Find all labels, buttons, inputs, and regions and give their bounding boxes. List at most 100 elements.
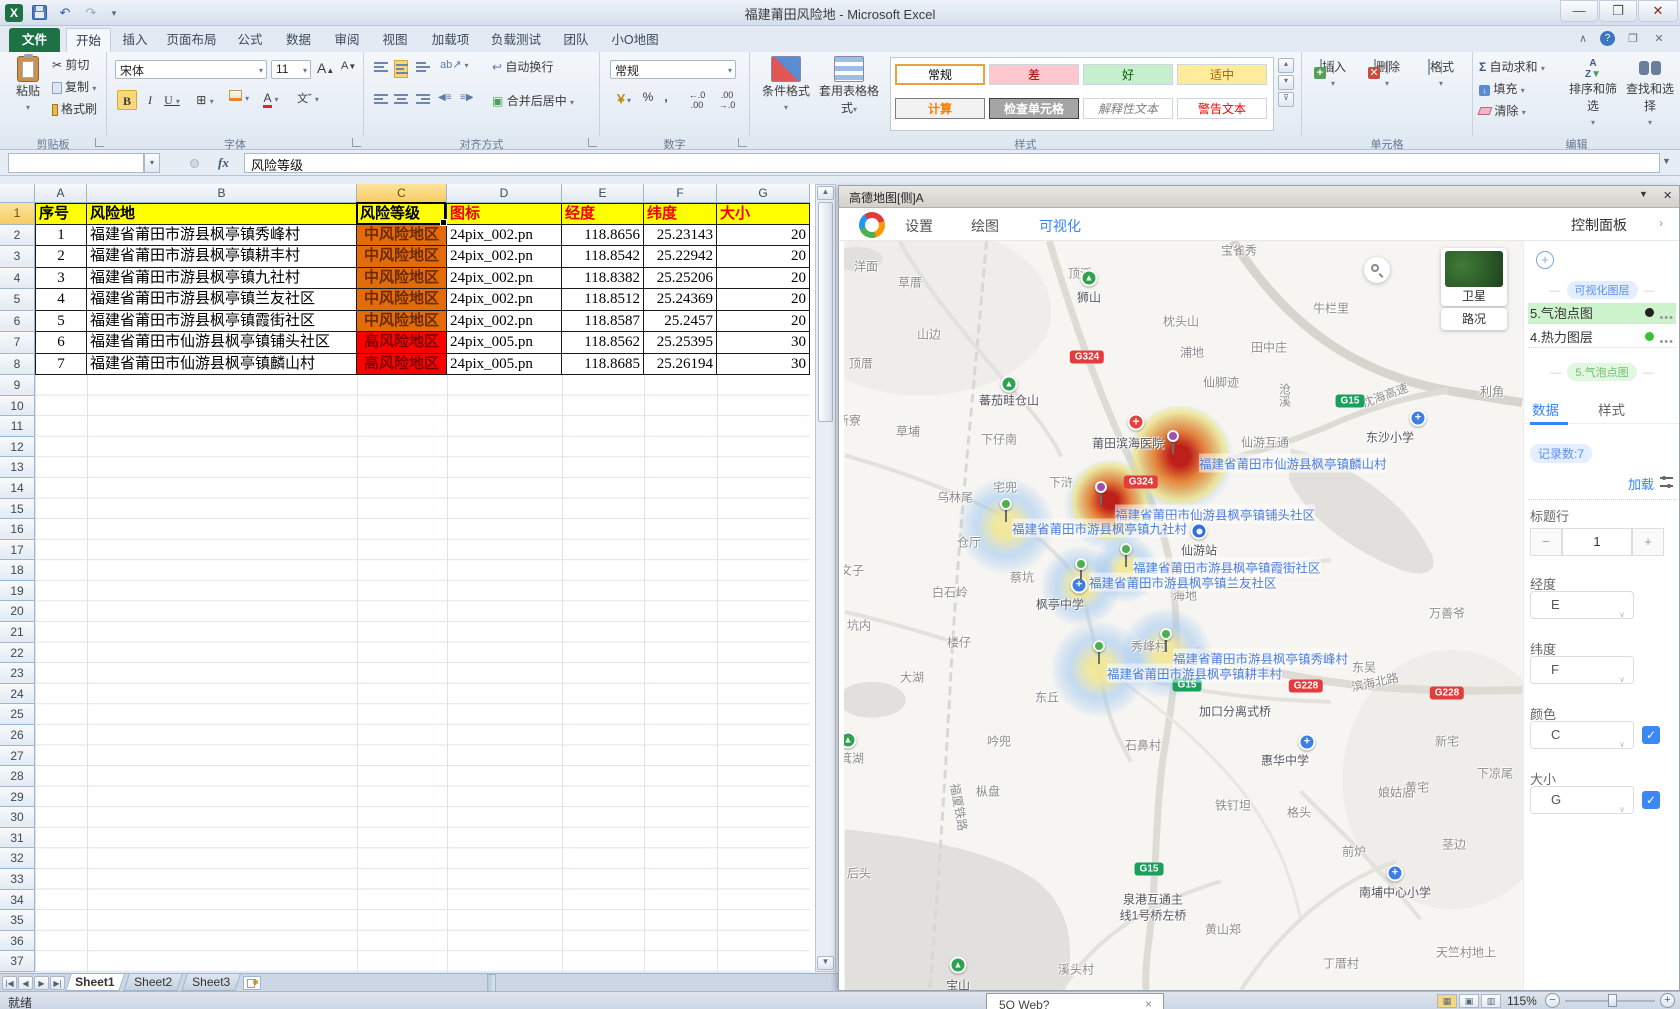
row-header-36[interactable]: 36 (0, 931, 35, 952)
header-cell-图标[interactable]: 图标 (447, 203, 562, 225)
row-header-14[interactable]: 14 (0, 478, 35, 499)
close-button[interactable]: ✕ (1638, 0, 1678, 22)
map-canvas[interactable]: 洋面草厝顶溪狮山宝雀秀牛栏里枕头山山边顶厝田中庄浦地仙脚迹沧溪蕃茄畦仓山新寮草埔… (844, 241, 1523, 990)
zoom-out-button[interactable]: − (1545, 993, 1560, 1008)
insert-cells-button[interactable]: +插入▾ (1308, 58, 1358, 89)
scenic-poi-icon[interactable]: ▲ (1081, 270, 1098, 287)
cell-style-解释性文本[interactable]: 解释性文本 (1083, 98, 1173, 119)
layer-more-icon[interactable]: ••• (1659, 332, 1674, 353)
header-cell-风险地[interactable]: 风险地 (87, 203, 357, 225)
ribbon-tab-团队[interactable]: 团队 (553, 28, 599, 52)
find-select-button[interactable]: 查找和选择▾ (1621, 58, 1679, 128)
row-header-20[interactable]: 20 (0, 601, 35, 622)
header-cell-大小[interactable]: 大小 (717, 203, 810, 225)
data-cell[interactable]: 5 (35, 311, 87, 333)
data-cell[interactable]: 25.2457 (644, 311, 717, 333)
decrease-indent-button[interactable]: ◀≡ (438, 92, 452, 103)
data-cell[interactable]: 20 (717, 246, 810, 268)
ribbon-tab-加载项[interactable]: 加载项 (422, 28, 479, 52)
row-header-3[interactable]: 3 (0, 246, 35, 268)
data-cell[interactable]: 高风险地区 (357, 354, 447, 376)
number-format-select[interactable]: 常规▾ (610, 60, 736, 79)
scenic-poi-icon[interactable]: ▲ (1001, 376, 1018, 393)
align-top-button[interactable] (374, 60, 388, 74)
align-center-button[interactable] (394, 92, 408, 106)
header-cell-纬度[interactable]: 纬度 (644, 203, 717, 225)
menu-visualize[interactable]: 可视化 (1039, 216, 1081, 236)
ribbon-tab-公式[interactable]: 公式 (227, 28, 273, 52)
copy-button[interactable]: 复制 ▾ (52, 78, 106, 96)
field-checkbox-颜色[interactable]: ✓ (1642, 726, 1660, 744)
fill-button[interactable]: ↓ 填充 ▾ (1479, 80, 1549, 98)
restore-button[interactable]: ❐ (1599, 0, 1637, 22)
header-cell-序号[interactable]: 序号 (35, 203, 87, 225)
vertical-scroll-thumb[interactable] (818, 202, 833, 422)
data-cell[interactable]: 7 (35, 354, 87, 376)
clear-button[interactable]: 清除 ▾ (1479, 102, 1549, 120)
workbook-close-icon[interactable]: ✕ (1648, 30, 1670, 48)
cell-style-警告文本[interactable]: 警告文本 (1177, 98, 1267, 119)
control-panel-toggle[interactable]: 控制面板 (1571, 215, 1627, 235)
row-header-12[interactable]: 12 (0, 437, 35, 458)
select-all-button[interactable] (0, 184, 35, 203)
row-header-9[interactable]: 9 (0, 375, 35, 396)
column-header-G[interactable]: G (717, 184, 810, 203)
align-bottom-button[interactable] (416, 60, 430, 74)
data-cell[interactable]: 4 (35, 289, 87, 311)
view-page-layout-button[interactable]: ▣ (1459, 994, 1479, 1008)
sheet-tab-Sheet2[interactable]: Sheet2 (123, 974, 183, 991)
workbook-restore-icon[interactable]: ❐ (1622, 30, 1644, 48)
bottom-popup[interactable]: 5Q Web? × (986, 993, 1164, 1009)
school-poi-icon[interactable]: + (1387, 865, 1404, 882)
data-cell[interactable]: 25.25206 (644, 268, 717, 290)
delete-cells-button[interactable]: ✕删除▾ (1362, 58, 1412, 89)
font-size-select[interactable]: 11▾ (271, 60, 311, 79)
row-header-33[interactable]: 33 (0, 869, 35, 890)
bold-button[interactable]: B (117, 90, 137, 110)
data-cell[interactable]: 24pix_005.pn (447, 332, 562, 354)
comma-button[interactable]: , (660, 90, 672, 104)
traffic-toggle[interactable]: 路况 (1441, 308, 1507, 330)
row-header-17[interactable]: 17 (0, 540, 35, 561)
view-normal-button[interactable]: ▦ (1437, 994, 1457, 1008)
formula-input[interactable]: 风险等级 (244, 153, 1660, 173)
row-header-24[interactable]: 24 (0, 684, 35, 705)
satellite-toggle[interactable]: 卫星 (1441, 248, 1507, 306)
cell-style-检查单元格[interactable]: 检查单元格 (989, 98, 1079, 119)
ribbon-tab-审阅[interactable]: 审阅 (324, 28, 370, 52)
row-header-10[interactable]: 10 (0, 396, 35, 417)
ribbon-tab-文件[interactable]: 文件 (9, 28, 60, 52)
data-cell[interactable]: 118.8562 (562, 332, 644, 354)
field-select-颜色[interactable]: C∨ (1530, 721, 1634, 749)
data-callout[interactable]: 福建省莆田市仙游县枫亭镇麟山村 (1199, 454, 1387, 473)
first-sheet-icon[interactable]: |◀ (2, 976, 17, 990)
styles-scroll-up-icon[interactable]: ▴ (1278, 58, 1294, 73)
data-cell[interactable]: 118.8587 (562, 311, 644, 333)
data-cell[interactable]: 福建省莆田市仙游县枫亭镇麟山村 (87, 354, 357, 376)
data-cell[interactable]: 30 (717, 354, 810, 376)
name-box[interactable] (8, 153, 144, 173)
row-header-29[interactable]: 29 (0, 787, 35, 808)
row-header-18[interactable]: 18 (0, 560, 35, 581)
grow-font-button[interactable]: A▲ (317, 60, 334, 76)
data-callout[interactable]: 福建省莆田市游县枫亭镇九社村 (1012, 519, 1187, 538)
menu-settings[interactable]: 设置 (905, 216, 933, 236)
data-cell[interactable]: 25.25395 (644, 332, 717, 354)
field-select-大小[interactable]: G∨ (1530, 786, 1634, 814)
field-select-纬度[interactable]: F∨ (1530, 656, 1634, 684)
panel-collapse-icon[interactable]: ▼ (1639, 189, 1648, 199)
row-header-25[interactable]: 25 (0, 704, 35, 725)
cell-style-好[interactable]: 好 (1083, 64, 1173, 85)
font-color-button[interactable]: A ▾ (257, 90, 285, 110)
layer-visibility-icon[interactable] (1645, 308, 1654, 317)
ribbon-tab-小O地图[interactable]: 小O地图 (602, 28, 668, 52)
zoom-in-button[interactable]: + (1660, 993, 1675, 1008)
cell-style-适中[interactable]: 适中 (1177, 64, 1267, 85)
panel-close-icon[interactable]: ✕ (1663, 189, 1672, 202)
data-cell[interactable]: 24pix_002.pn (447, 225, 562, 247)
data-cell[interactable]: 20 (717, 311, 810, 333)
tab-split-handle[interactable] (487, 974, 496, 992)
row-header-15[interactable]: 15 (0, 499, 35, 520)
font-name-select[interactable]: 宋体▾ (115, 60, 267, 79)
ribbon-tab-视图[interactable]: 视图 (373, 28, 417, 52)
